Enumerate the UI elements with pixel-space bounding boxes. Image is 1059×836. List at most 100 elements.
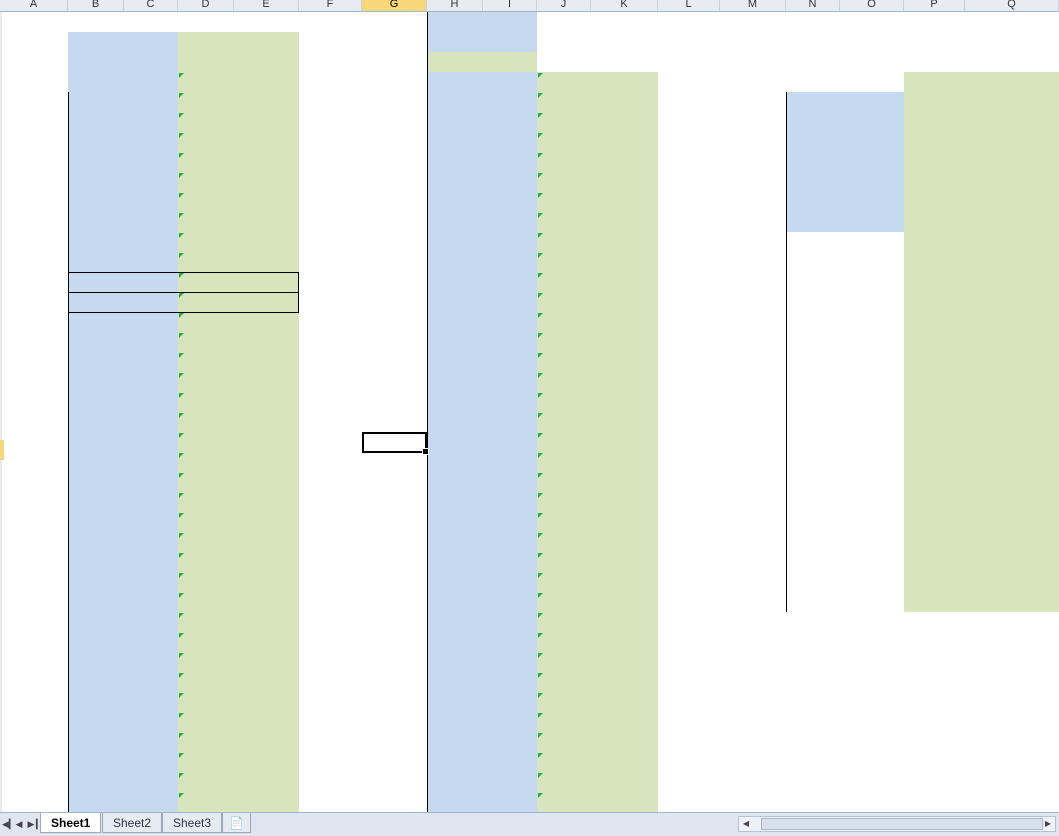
level-cell[interactable] [720, 512, 786, 532]
column-header-n[interactable]: N [786, 0, 840, 11]
old-h-value[interactable] [427, 12, 483, 32]
level-cell[interactable] [0, 572, 68, 592]
mod-new-total-cell[interactable] [591, 172, 658, 192]
mod-till-next-cell[interactable] [178, 92, 234, 112]
total-xp-cell[interactable] [124, 332, 178, 352]
level-cell[interactable] [0, 272, 68, 292]
mod-new-total-cell[interactable] [591, 212, 658, 232]
mod-till-next-cell[interactable] [178, 612, 234, 632]
mod-new-total-cell[interactable] [591, 152, 658, 172]
till-next-cell[interactable] [427, 152, 483, 172]
level-cell[interactable] [720, 232, 786, 252]
level-cell[interactable] [0, 432, 68, 452]
level-cell[interactable] [362, 192, 427, 212]
mod-till-next-cell[interactable] [537, 312, 591, 332]
level-cell[interactable] [0, 412, 68, 432]
level-cell[interactable] [362, 632, 427, 652]
till-next-cell[interactable] [68, 392, 124, 412]
level-cell[interactable] [720, 432, 786, 452]
total-xp-cell[interactable] [124, 132, 178, 152]
total-xp-cell[interactable] [483, 412, 537, 432]
mod-till-next-cell[interactable] [904, 292, 965, 312]
mod-new-total-cell[interactable] [591, 312, 658, 332]
mod-new-total-cell[interactable] [965, 152, 1059, 172]
till-next-cell[interactable] [427, 352, 483, 372]
till-next-cell[interactable] [68, 92, 124, 112]
mod-new-total-cell[interactable] [591, 492, 658, 512]
till-next-cell[interactable] [427, 552, 483, 572]
till-next-cell[interactable] [427, 612, 483, 632]
till-next-cell[interactable] [68, 712, 124, 732]
mod-till-next-cell[interactable] [537, 692, 591, 712]
mod-till-next-cell[interactable] [904, 412, 965, 432]
mod-new-total-cell[interactable] [234, 172, 299, 192]
till-next-cell[interactable] [68, 732, 124, 752]
level-cell[interactable] [720, 152, 786, 172]
till-next-cell[interactable] [427, 432, 483, 452]
mod-new-total-cell[interactable] [234, 332, 299, 352]
mod-till-next-cell[interactable] [178, 592, 234, 612]
mod-till-next-cell[interactable] [178, 792, 234, 812]
till-next-cell[interactable] [68, 132, 124, 152]
till-next-cell[interactable] [68, 332, 124, 352]
mod-new-total-cell[interactable] [234, 732, 299, 752]
column-header-f[interactable]: F [299, 0, 362, 11]
till-next-cell[interactable] [786, 92, 840, 112]
mod-new-total-cell[interactable] [234, 632, 299, 652]
mod-new-total-cell[interactable] [591, 372, 658, 392]
total-xp-cell[interactable] [483, 752, 537, 772]
level-cell[interactable] [362, 572, 427, 592]
till-next-cell[interactable] [68, 112, 124, 132]
till-next-cell[interactable] [68, 572, 124, 592]
total-xp-cell[interactable] [124, 472, 178, 492]
mod-till-next-cell[interactable] [904, 572, 965, 592]
till-next-cell[interactable] [427, 192, 483, 212]
mod-till-next-cell[interactable] [178, 152, 234, 172]
mod-till-next-cell[interactable] [537, 532, 591, 552]
total-xp-cell[interactable] [483, 272, 537, 292]
mod-till-next-cell[interactable] [904, 552, 965, 572]
level-cell[interactable] [362, 512, 427, 532]
till-next-cell[interactable] [68, 792, 124, 812]
mod-till-next-cell[interactable] [178, 112, 234, 132]
mod-new-total-cell[interactable] [591, 292, 658, 312]
mod-till-next-cell[interactable] [537, 172, 591, 192]
level-cell[interactable] [0, 252, 68, 272]
till-next-cell[interactable] [427, 772, 483, 792]
total-xp-cell[interactable] [124, 112, 178, 132]
mod-till-next-cell[interactable] [904, 172, 965, 192]
till-next-cell[interactable] [427, 272, 483, 292]
header-total-xp[interactable] [483, 72, 537, 92]
level-cell[interactable] [720, 532, 786, 552]
mod-till-next-cell[interactable] [904, 332, 965, 352]
mod-new-total-cell[interactable] [234, 232, 299, 252]
level-cell[interactable] [362, 352, 427, 372]
level-cell[interactable] [720, 352, 786, 372]
till-next-cell[interactable] [68, 432, 124, 452]
till-next-cell[interactable] [68, 552, 124, 572]
mod-till-next-cell[interactable] [537, 652, 591, 672]
level-cell[interactable] [362, 212, 427, 232]
header-total-xp[interactable] [124, 72, 178, 92]
till-next-cell[interactable] [68, 212, 124, 232]
till-next-cell[interactable] [427, 112, 483, 132]
till-next-cell[interactable] [427, 752, 483, 772]
till-next-cell[interactable] [68, 152, 124, 172]
mod-till-next-cell[interactable] [537, 112, 591, 132]
header-till-next[interactable] [786, 72, 840, 92]
level-cell[interactable] [0, 392, 68, 412]
level-cell[interactable] [0, 152, 68, 172]
till-next-cell[interactable] [427, 172, 483, 192]
level-cell[interactable] [720, 312, 786, 332]
mod-till-next-cell[interactable] [537, 432, 591, 452]
mod-new-total-cell[interactable] [591, 512, 658, 532]
header-till-next[interactable] [427, 72, 483, 92]
mod-new-total-cell[interactable] [234, 372, 299, 392]
mod-new-total-cell[interactable] [591, 112, 658, 132]
level-cell[interactable] [0, 652, 68, 672]
mod-till-next-cell[interactable] [537, 792, 591, 812]
column-header-j[interactable]: J [537, 0, 591, 11]
mod-new-total-cell[interactable] [965, 392, 1059, 412]
mod-till-next-cell[interactable] [537, 392, 591, 412]
mod-till-next-cell[interactable] [178, 252, 234, 272]
